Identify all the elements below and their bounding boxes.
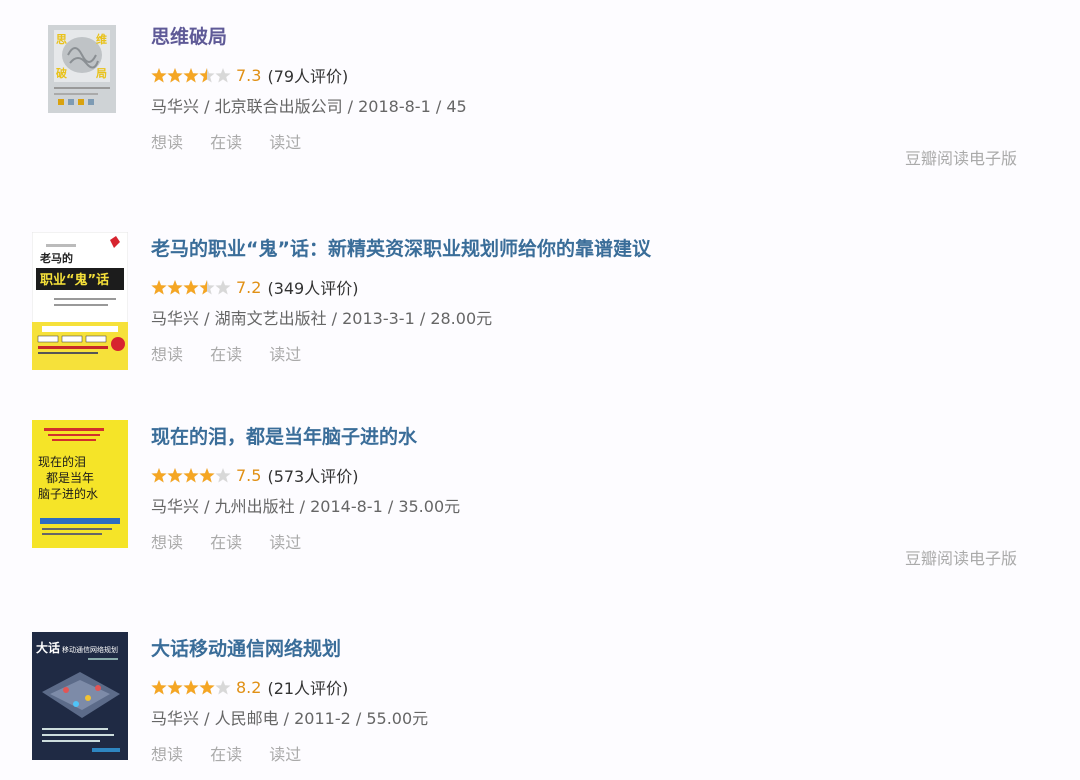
book-title[interactable]: 现在的泪，都是当年脑子进的水 [151,424,1051,450]
publisher-line: 马华兴 / 九州出版社 / 2014-8-1 / 35.00元 [151,497,461,516]
publisher-line: 马华兴 / 北京联合出版公司 / 2018-8-1 / 45 [151,97,467,116]
cover-char: 维 [96,32,107,46]
cover-char: 破 [56,66,67,80]
cover-title: 职业“鬼”话 [40,272,109,288]
want-to-read-button[interactable]: 想读 [151,132,183,154]
ebook-link[interactable]: 豆瓣阅读电子版 [905,145,1017,169]
rating-row: 7.2 (349人评价) [151,276,1051,298]
ebook-link[interactable]: 豆瓣阅读电子版 [905,545,1017,569]
want-to-read-button[interactable]: 想读 [151,744,183,766]
want-to-read-button[interactable]: 想读 [151,532,183,554]
star-empty [215,67,231,82]
cover-char: 思 [56,33,67,46]
reading-button[interactable]: 在读 [210,744,242,766]
rating-count-link[interactable]: (573人评价) [267,463,358,487]
cover-title: 移动通信网络规划 [62,645,118,654]
book-title[interactable]: 老马的职业“鬼”话：新精英资深职业规划师给你的靠谱建议 [151,236,1051,262]
rating-row: 8.2 (21人评价) [151,676,1051,698]
rating-score: 7.5 [236,465,262,485]
rating-score: 7.2 [236,277,262,297]
book-title[interactable]: 大话移动通信网络规划 [151,636,1051,662]
star-filled [183,467,199,482]
star-filled [183,679,199,694]
book-cover[interactable]: 现在的泪 都是当年 脑子进的水 [32,420,128,548]
reading-button[interactable]: 在读 [210,344,242,366]
star-empty [215,467,231,482]
star-filled [167,279,183,294]
rating-row: 7.3 (79人评价) [151,64,1051,86]
star-filled [167,67,183,82]
star-rating-icon [151,679,231,696]
rating-count-link[interactable]: (21人评价) [267,675,348,699]
book-info: 老马的职业“鬼”话：新精英资深职业规划师给你的靠谱建议 7.2 (349人评价)… [151,236,1051,366]
star-filled [167,679,183,694]
star-rating-icon [151,279,231,296]
reading-actions: 想读 在读 读过 [151,744,1051,766]
star-filled [183,279,199,294]
star-filled [199,467,215,482]
book-list: 思 维 破 局 思维破局 7.3 (79人评价) 马华兴 / 北京联合出版公司 … [0,0,1080,780]
rating-row: 7.5 (573人评价) [151,464,1051,486]
cover-title: 大话 [36,640,60,655]
book-cover[interactable]: 思 维 破 局 [48,25,116,113]
cover-title: 脑子进的水 [38,486,98,501]
book-title[interactable]: 思维破局 [151,24,1051,50]
reading-button[interactable]: 在读 [210,132,242,154]
rating-count-link[interactable]: (349人评价) [267,275,358,299]
read-button[interactable]: 读过 [269,132,301,154]
star-filled [199,679,215,694]
star-filled [167,467,183,482]
reading-button[interactable]: 在读 [210,532,242,554]
book-cover[interactable]: 老马的 职业“鬼”话 [32,232,128,370]
star-filled [183,67,199,82]
book-info: 大话移动通信网络规划 8.2 (21人评价) 马华兴 / 人民邮电 / 2011… [151,636,1051,766]
star-rating-icon [151,467,231,484]
star-filled [151,67,167,82]
book-info: 现在的泪，都是当年脑子进的水 7.5 (573人评价) 马华兴 / 九州出版社 … [151,424,1051,554]
star-empty [215,279,231,294]
read-button[interactable]: 读过 [269,532,301,554]
want-to-read-button[interactable]: 想读 [151,344,183,366]
star-filled [151,279,167,294]
read-button[interactable]: 读过 [269,744,301,766]
book-info: 思维破局 7.3 (79人评价) 马华兴 / 北京联合出版公司 / 2018-8… [151,24,1051,154]
star-rating-icon [151,67,231,84]
reading-actions: 想读 在读 读过 [151,344,1051,366]
cover-title: 老马的 [39,251,73,265]
star-filled [151,467,167,482]
book-cover[interactable]: 大话 移动通信网络规划 [32,632,128,760]
star-empty [215,679,231,694]
read-button[interactable]: 读过 [269,344,301,366]
publisher-line: 马华兴 / 湖南文艺出版社 / 2013-3-1 / 28.00元 [151,309,493,328]
cover-title: 都是当年 [46,471,94,485]
publisher-line: 马华兴 / 人民邮电 / 2011-2 / 55.00元 [151,709,429,728]
cover-title: 现在的泪 [38,454,86,469]
rating-count-link[interactable]: (79人评价) [267,63,348,87]
rating-score: 8.2 [236,677,262,697]
cover-char: 局 [95,67,107,80]
rating-score: 7.3 [236,65,262,85]
star-filled [151,679,167,694]
